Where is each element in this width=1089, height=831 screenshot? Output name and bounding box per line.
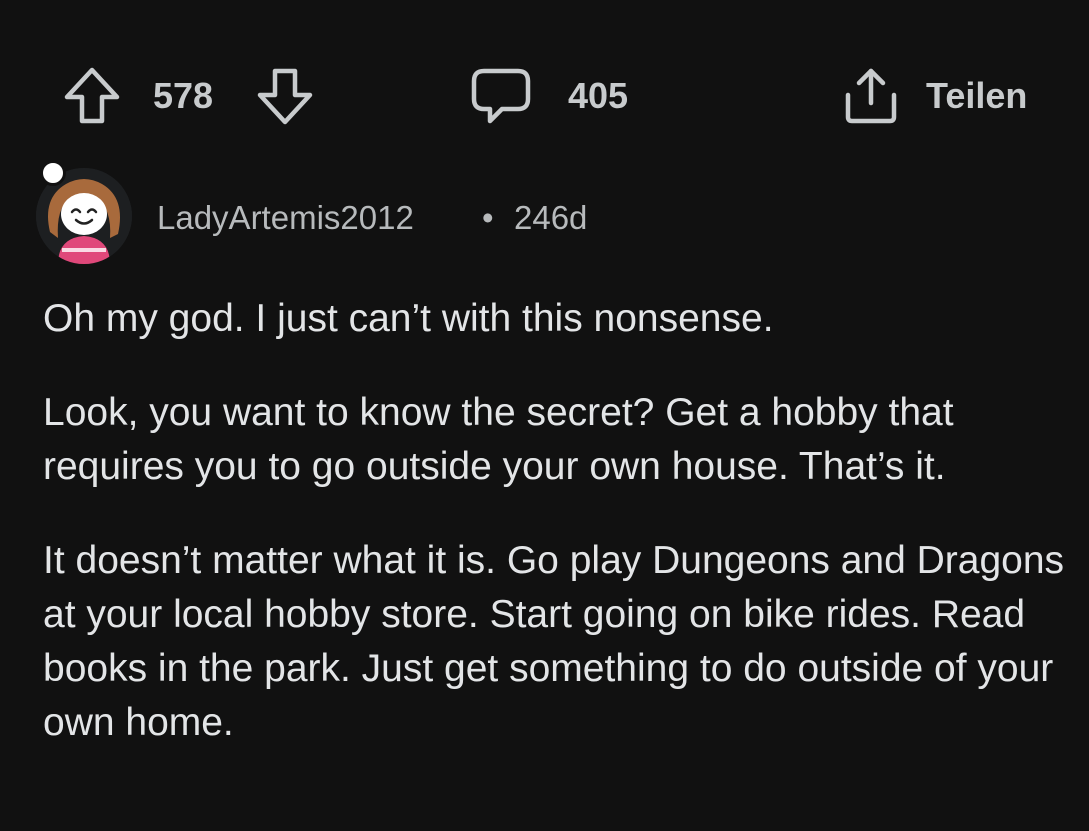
speech-bubble-icon: [468, 64, 534, 128]
share-button[interactable]: Teilen: [838, 64, 1048, 128]
vote-count: 578: [153, 75, 214, 116]
share-label: Teilen: [926, 75, 1028, 116]
arrow-down-outline-icon: [257, 68, 313, 125]
comments-button[interactable]: 405: [468, 64, 648, 128]
comment-header: LadyArtemis2012 • 246d: [30, 160, 1030, 270]
upvote-button[interactable]: [62, 65, 122, 127]
arrow-up-outline-icon: [64, 67, 120, 124]
post-action-bar: 578 405 Teilen: [0, 60, 1089, 132]
comment-paragraph: Oh my god. I just can’t with this nonsen…: [43, 297, 774, 340]
comment-paragraph: Look, you want to know the secret? Get a…: [43, 391, 954, 488]
comment-paragraph: It doesn’t matter what it is. Go play Du…: [43, 539, 1065, 744]
comment-age: 246d: [514, 199, 588, 236]
comment-body: Oh my god. I just can’t with this nonsen…: [43, 292, 1078, 790]
online-status-dot: [40, 160, 66, 186]
downvote-button[interactable]: [255, 65, 315, 127]
meta-separator: •: [482, 199, 494, 236]
share-upload-icon: [838, 64, 904, 128]
comments-count: 405: [568, 75, 629, 116]
comment-username[interactable]: LadyArtemis2012: [157, 198, 414, 238]
